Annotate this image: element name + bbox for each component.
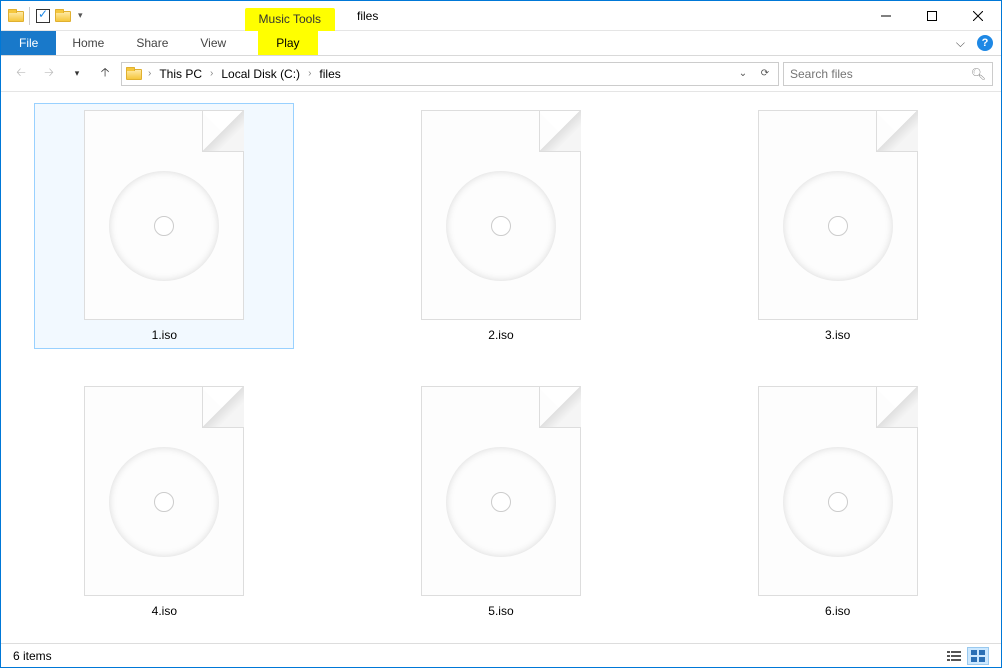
iso-file-icon [758, 110, 918, 320]
statusbar: 6 items [1, 643, 1001, 667]
file-item[interactable]: 5.iso [371, 379, 631, 625]
iso-file-icon [84, 386, 244, 596]
maximize-button[interactable] [909, 1, 955, 30]
nav-back-button[interactable]: 🡠 [9, 62, 33, 86]
file-item[interactable]: 2.iso [371, 103, 631, 349]
breadcrumb-this-pc[interactable]: This PC [155, 67, 206, 81]
file-label: 3.iso [825, 328, 850, 342]
quick-access-toolbar: ▾ [1, 1, 93, 30]
breadcrumb-sep[interactable]: › [144, 68, 155, 79]
statusbar-view-switcher [943, 647, 989, 665]
ribbon-right: ⌵ ? [956, 31, 1001, 55]
ribbon: File Home Share View Play ⌵ ? [1, 31, 1001, 56]
titlebar: ▾ Music Tools files [1, 1, 1001, 31]
help-icon[interactable]: ? [977, 35, 993, 51]
breadcrumb-files[interactable]: files [315, 67, 344, 81]
file-label: 6.iso [825, 604, 850, 618]
status-item-count: 6 items [13, 649, 52, 663]
ribbon-tab-play[interactable]: Play [258, 31, 317, 55]
view-thumbnails-button[interactable] [967, 647, 989, 665]
address-controls: ⌄ ⟳ [732, 68, 776, 79]
file-label: 1.iso [152, 328, 177, 342]
nav-up-button[interactable]: 🡡 [93, 62, 117, 86]
window-controls [863, 1, 1001, 30]
ribbon-collapse-icon[interactable]: ⌵ [956, 36, 965, 51]
ribbon-tab-file[interactable]: File [1, 31, 56, 55]
file-item[interactable]: 1.iso [34, 103, 294, 349]
iso-file-icon [758, 386, 918, 596]
ribbon-tab-share[interactable]: Share [120, 31, 184, 55]
ribbon-tab-view[interactable]: View [184, 31, 242, 55]
nav-recent-dropdown[interactable]: ▾ [65, 62, 89, 86]
address-dropdown-icon[interactable]: ⌄ [732, 68, 754, 79]
ribbon-tab-home[interactable]: Home [56, 31, 120, 55]
close-button[interactable] [955, 1, 1001, 30]
qat-folder-icon[interactable] [7, 5, 25, 27]
file-item[interactable]: 3.iso [708, 103, 968, 349]
contextual-tab-music: Music Tools [245, 8, 335, 31]
content-area[interactable]: 1.iso 2.iso 3.iso 4.iso 5.iso 6.iso [1, 93, 1001, 643]
breadcrumb-sep[interactable]: › [304, 68, 315, 79]
breadcrumb-sep[interactable]: › [206, 68, 217, 79]
qat-properties-icon[interactable] [34, 5, 52, 27]
breadcrumb-local-disk[interactable]: Local Disk (C:) [217, 67, 304, 81]
view-details-button[interactable] [943, 647, 965, 665]
iso-file-icon [421, 110, 581, 320]
qat-newfolder-icon[interactable] [54, 5, 72, 27]
refresh-icon[interactable]: ⟳ [754, 68, 776, 79]
search-box[interactable]: 🔍︎ [783, 62, 993, 86]
iso-file-icon [84, 110, 244, 320]
search-input[interactable] [790, 67, 971, 81]
search-icon[interactable]: 🔍︎ [971, 67, 986, 81]
address-bar[interactable]: › This PC › Local Disk (C:) › files ⌄ ⟳ [121, 62, 779, 86]
qat-customize-dropdown[interactable]: ▾ [74, 10, 87, 21]
iso-file-icon [421, 386, 581, 596]
file-label: 4.iso [152, 604, 177, 618]
window-title: files [357, 9, 378, 23]
address-folder-icon[interactable] [124, 67, 144, 80]
address-row: 🡠 🡢 ▾ 🡡 › This PC › Local Disk (C:) › fi… [1, 56, 1001, 92]
file-item[interactable]: 4.iso [34, 379, 294, 625]
qat-separator [29, 7, 30, 25]
file-item[interactable]: 6.iso [708, 379, 968, 625]
minimize-button[interactable] [863, 1, 909, 30]
file-label: 5.iso [488, 604, 513, 618]
items-grid: 1.iso 2.iso 3.iso 4.iso 5.iso 6.iso [5, 103, 997, 625]
nav-forward-button[interactable]: 🡢 [37, 62, 61, 86]
file-label: 2.iso [488, 328, 513, 342]
